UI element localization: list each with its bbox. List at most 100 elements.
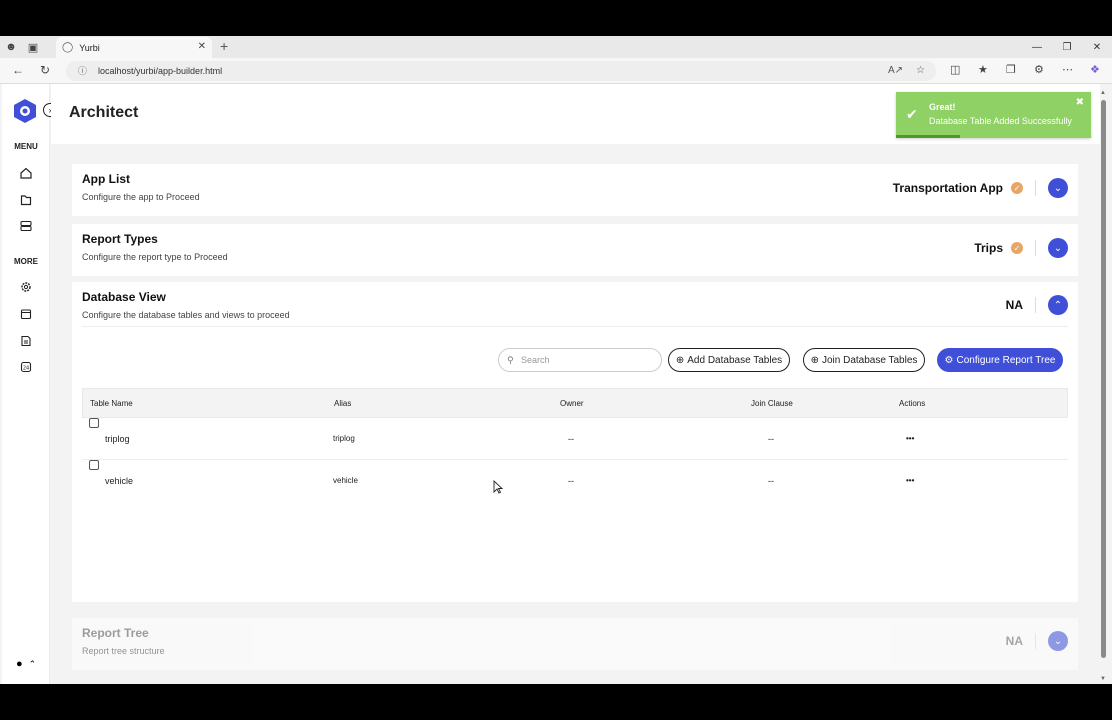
read-aloud-icon[interactable]: A↗ xyxy=(888,61,903,81)
row-checkbox[interactable] xyxy=(89,460,99,470)
table-row[interactable]: vehicle vehicle -- -- ••• xyxy=(82,460,1068,502)
refresh-icon[interactable]: ↻ xyxy=(40,63,50,77)
report-tree-value: NA xyxy=(1005,634,1023,648)
favorite-icon[interactable]: ☆ xyxy=(916,61,925,81)
configure-report-tree-button[interactable]: ⚙ Configure Report Tree xyxy=(937,348,1063,372)
tab-actions-icon[interactable]: ▣ xyxy=(22,36,44,58)
copilot-icon[interactable]: ❖ xyxy=(1090,63,1100,76)
close-window-icon[interactable]: ✕ xyxy=(1082,36,1112,58)
shortcut-icon[interactable]: 24 xyxy=(19,360,33,374)
report-types-subtitle: Configure the report type to Proceed xyxy=(82,252,228,262)
user-menu[interactable]: ● ⌃ xyxy=(16,658,36,670)
chevron-up-icon[interactable]: ⌃ xyxy=(1048,295,1068,315)
restore-icon[interactable]: ❐ xyxy=(1052,36,1082,58)
report-tree-title: Report Tree xyxy=(82,626,149,640)
gear-icon[interactable] xyxy=(19,280,33,294)
row-actions-icon[interactable]: ••• xyxy=(906,418,914,460)
search-placeholder: Search xyxy=(521,355,550,365)
more-label: MORE xyxy=(14,257,38,266)
chevron-down-icon[interactable]: ⌄ xyxy=(1048,178,1068,198)
folder-icon[interactable] xyxy=(19,193,33,207)
owner-cell: -- xyxy=(568,434,574,444)
search-icon: ⚲ xyxy=(507,355,514,365)
back-icon[interactable]: ← xyxy=(12,63,24,77)
app-root: › MENU MORE 24 ● ⌃ Architect App List Co… xyxy=(0,84,1112,684)
report-types-value: Trips xyxy=(974,241,1003,255)
table-row[interactable]: triplog triplog -- -- ••• xyxy=(82,418,1068,460)
favorites-icon[interactable]: ★ xyxy=(978,63,988,76)
new-tab-icon[interactable]: + xyxy=(220,38,228,54)
table-name-cell: vehicle xyxy=(105,476,134,486)
report-types-title: Report Types xyxy=(82,232,158,246)
scroll-down-icon[interactable]: ▼ xyxy=(1100,676,1106,682)
alias-cell: vehicle xyxy=(333,476,358,485)
info-icon[interactable]: ⓘ xyxy=(78,61,87,81)
window-controls: — ❐ ✕ xyxy=(1022,36,1112,58)
database-view-title: Database View xyxy=(82,290,166,304)
app-list-selection: Transportation App ✓ ⌄ xyxy=(893,178,1068,198)
home-icon[interactable] xyxy=(19,166,33,180)
chevron-up-icon: ⌃ xyxy=(28,658,37,669)
url-field[interactable]: ⓘ localhost/yurbi/app-builder.html A↗ ☆ xyxy=(66,61,936,81)
column-header: Alias xyxy=(334,399,352,408)
app-list-subtitle: Configure the app to Proceed xyxy=(82,192,200,202)
report-icon[interactable] xyxy=(19,334,33,348)
url-text: localhost/yurbi/app-builder.html xyxy=(98,66,223,76)
column-header: Owner xyxy=(560,399,584,408)
close-tab-icon[interactable]: ✕ xyxy=(198,41,206,52)
owner-cell: -- xyxy=(568,476,574,486)
success-toast: ✔ Great! Database Table Added Successful… xyxy=(896,92,1091,138)
svg-text:24: 24 xyxy=(23,366,29,372)
split-screen-icon[interactable]: ◫ xyxy=(950,63,960,76)
divider xyxy=(1035,180,1036,196)
mouse-cursor-icon xyxy=(493,480,503,494)
toast-progress xyxy=(896,135,960,138)
row-checkbox[interactable] xyxy=(89,418,99,428)
report-tree-selection: NA ⌄ xyxy=(1006,631,1068,651)
scrollbar-thumb[interactable] xyxy=(1101,100,1106,658)
close-icon[interactable]: ✖ xyxy=(1076,97,1084,108)
search-input[interactable]: ⚲ Search xyxy=(498,348,662,372)
database-view-card: Database View Configure the database tab… xyxy=(72,282,1078,602)
database-view-selection: NA ⌃ xyxy=(1006,295,1068,315)
column-header: Actions xyxy=(899,399,926,408)
table-header: Table Name Alias Owner Join Clause Actio… xyxy=(82,388,1068,418)
page-scrollbar[interactable]: ▲ ▼ xyxy=(1100,86,1108,682)
scroll-up-icon[interactable]: ▲ xyxy=(1100,90,1106,96)
divider xyxy=(1035,633,1036,649)
join-database-tables-button[interactable]: ⊕ Join Database Tables xyxy=(803,348,925,372)
toast-title: Great! xyxy=(929,102,956,112)
browser-tab[interactable]: ◯ Yurbi ✕ xyxy=(56,37,212,58)
alias-cell: triplog xyxy=(333,434,355,443)
tab-title: Yurbi xyxy=(79,42,100,53)
minimize-icon[interactable]: — xyxy=(1022,36,1052,58)
table-name-cell: triplog xyxy=(105,434,130,444)
add-database-tables-label: Add Database Tables xyxy=(687,354,783,366)
report-tree-subtitle: Report tree structure xyxy=(82,646,165,656)
card-divider xyxy=(82,326,1068,327)
more-icon[interactable]: ⋯ xyxy=(1062,63,1073,76)
calendar-icon[interactable] xyxy=(19,307,33,321)
app-list-value: Transportation App xyxy=(892,181,1003,195)
column-header: Join Clause xyxy=(751,399,793,408)
browser-window: ☻ ▣ ◯ Yurbi ✕ + — ❐ ✕ ← ↻ ⓘ localhost/yu… xyxy=(0,36,1112,684)
column-header: Table Name xyxy=(90,399,133,408)
logo-icon xyxy=(14,99,36,123)
profile-icon[interactable]: ☻ xyxy=(0,36,22,58)
join-database-tables-label: Join Database Tables xyxy=(821,354,918,366)
chevron-down-icon[interactable]: ⌄ xyxy=(1048,238,1068,258)
report-types-card: Report Types Configure the report type t… xyxy=(72,224,1078,276)
divider xyxy=(1035,240,1036,256)
collections-icon[interactable]: ❐ xyxy=(1006,63,1016,76)
join-clause-cell: -- xyxy=(768,476,774,486)
check-icon: ✓ xyxy=(1011,242,1023,254)
user-avatar-icon: ● xyxy=(16,658,23,670)
checkmark-icon: ✔ xyxy=(906,106,918,122)
chevron-down-icon[interactable]: ⌄ xyxy=(1048,631,1068,651)
configure-report-tree-label: Configure Report Tree xyxy=(956,354,1056,366)
row-actions-icon[interactable]: ••• xyxy=(906,460,914,502)
database-icon[interactable] xyxy=(19,219,33,233)
app-list-title: App List xyxy=(82,172,130,186)
extensions-icon[interactable]: ⚙ xyxy=(1034,63,1044,76)
add-database-tables-button[interactable]: ⊕ Add Database Tables xyxy=(668,348,790,372)
